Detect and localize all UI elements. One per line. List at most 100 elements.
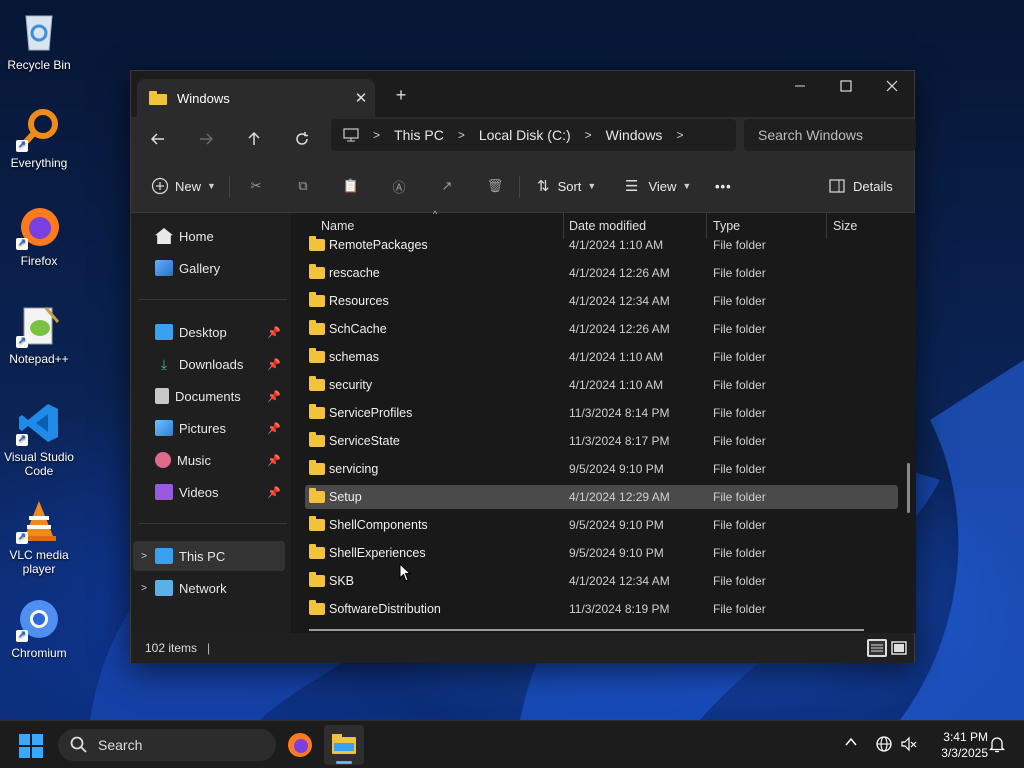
search-input[interactable]: Search Windows xyxy=(744,119,916,151)
share-button[interactable]: ↗ xyxy=(437,171,457,201)
sidebar-item-gallery[interactable]: Gallery xyxy=(133,253,285,283)
view-button[interactable]: ☰ View ▼ xyxy=(625,171,691,201)
volume-button[interactable] xyxy=(900,735,918,756)
pin-icon[interactable]: 📌 xyxy=(267,390,281,403)
address-bar[interactable]: > This PC > Local Disk (C:) > Windows > xyxy=(331,119,736,151)
maximize-button[interactable] xyxy=(823,71,869,101)
file-name: ServiceProfiles xyxy=(329,406,413,420)
breadcrumb-windows[interactable]: Windows xyxy=(606,127,663,143)
table-row[interactable]: SchCache 4/1/2024 12:26 AM File folder xyxy=(305,317,898,341)
start-button[interactable] xyxy=(18,733,44,762)
chevron-right-icon[interactable]: > xyxy=(585,128,592,142)
table-row[interactable]: SoftwareDistribution 11/3/2024 8:19 PM Fil… xyxy=(305,597,898,621)
tiles-view-toggle[interactable] xyxy=(889,639,909,657)
show-hidden-icons-button[interactable] xyxy=(844,735,858,752)
chevron-up-icon xyxy=(845,737,857,746)
sidebar-item-documents[interactable]: Documents 📌 xyxy=(133,381,285,411)
file-name: Resources xyxy=(329,294,389,308)
breadcrumb-this-pc[interactable]: This PC xyxy=(394,127,444,143)
desktop-icon-firefox[interactable]: ↗ Firefox xyxy=(4,204,74,268)
refresh-button[interactable] xyxy=(287,124,317,154)
new-tab-button[interactable]: + xyxy=(389,83,413,107)
table-row[interactable]: SKB 4/1/2024 12:34 AM File folder xyxy=(305,569,898,593)
horizontal-scrollbar[interactable] xyxy=(309,629,864,631)
desktop-icon-vlc[interactable]: ↗ VLC media player xyxy=(4,498,74,576)
forward-button[interactable] xyxy=(191,124,221,154)
breadcrumb-local-disk[interactable]: Local Disk (C:) xyxy=(479,127,571,143)
system-clock[interactable]: 3:41 PM 3/3/2025 xyxy=(918,729,988,761)
sidebar-item-label: Pictures xyxy=(179,420,226,436)
file-date-modified: 11/3/2024 8:17 PM xyxy=(569,434,670,448)
tab-close-icon[interactable]: ✕ xyxy=(347,89,375,107)
close-button[interactable] xyxy=(869,71,915,101)
more-options-button[interactable]: ••• xyxy=(715,171,732,201)
rename-button[interactable]: Ⓐ xyxy=(389,171,409,201)
column-header-name[interactable]: Name xyxy=(321,219,354,233)
vertical-scrollbar[interactable] xyxy=(907,463,910,513)
command-bar: New ▼ ✂ ⧉ 📋 Ⓐ ↗ 🗑 ⇅ Sort ▼ ☰ View ▼ ••• … xyxy=(131,161,914,213)
column-header-size[interactable]: Size xyxy=(833,219,857,233)
tab-windows[interactable]: Windows ✕ xyxy=(137,79,375,117)
desktop-icon-vscode[interactable]: ↗ Visual Studio Code xyxy=(4,400,74,478)
pin-icon[interactable]: 📌 xyxy=(267,486,281,499)
table-row[interactable]: Resources 4/1/2024 12:34 AM File folder xyxy=(305,289,898,313)
back-button[interactable] xyxy=(143,124,173,154)
table-row[interactable]: ServiceState 11/3/2024 8:17 PM File folder xyxy=(305,429,898,453)
delete-button[interactable]: 🗑 xyxy=(485,171,505,201)
chevron-right-icon[interactable]: > xyxy=(676,128,683,142)
minimize-button[interactable] xyxy=(777,71,823,101)
shortcut-arrow-icon: ↗ xyxy=(16,532,28,544)
file-list: ^ Name Date modified Type Size RemotePac… xyxy=(291,209,916,633)
pin-icon[interactable]: 📌 xyxy=(267,358,281,371)
column-header-type[interactable]: Type xyxy=(713,219,740,233)
sidebar-item-desktop[interactable]: Desktop 📌 xyxy=(133,317,285,347)
details-button[interactable]: Details xyxy=(829,171,893,201)
copy-icon: ⧉ xyxy=(298,178,308,193)
sidebar-item-this-pc[interactable]: > This PC xyxy=(133,541,285,571)
table-row[interactable]: ShellComponents 9/5/2024 9:10 PM File fold… xyxy=(305,513,898,537)
sidebar-item-network[interactable]: > Network xyxy=(133,573,285,603)
taskbar-file-explorer[interactable] xyxy=(324,725,364,765)
sidebar-divider xyxy=(139,523,287,524)
desktop-icon-everything[interactable]: ↗ Everything xyxy=(4,106,74,170)
paste-button[interactable]: 📋 xyxy=(341,171,361,201)
table-row[interactable]: servicing 9/5/2024 9:10 PM File folder xyxy=(305,457,898,481)
pin-icon[interactable]: 📌 xyxy=(267,422,281,435)
sidebar-item-pictures[interactable]: Pictures 📌 xyxy=(133,413,285,443)
table-row[interactable]: RemotePackages 4/1/2024 1:10 AM File folde… xyxy=(305,233,898,257)
copy-button[interactable]: ⧉ xyxy=(293,171,313,201)
folder-icon xyxy=(309,460,325,475)
table-row[interactable]: schemas 4/1/2024 1:10 AM File folder xyxy=(305,345,898,369)
sort-button[interactable]: ⇅ Sort ▼ xyxy=(537,171,596,201)
details-view-toggle[interactable] xyxy=(867,639,887,657)
file-date-modified: 9/5/2024 9:10 PM xyxy=(569,462,664,476)
desktop-icon-recycle-bin[interactable]: Recycle Bin xyxy=(4,8,74,72)
table-row[interactable]: security 4/1/2024 1:10 AM File folder xyxy=(305,373,898,397)
table-row[interactable]: rescache 4/1/2024 12:26 AM File folder xyxy=(305,261,898,285)
cut-button[interactable]: ✂ xyxy=(246,171,266,201)
chevron-right-icon[interactable]: > xyxy=(458,128,465,142)
up-button[interactable] xyxy=(239,124,269,154)
taskbar-search[interactable]: Search xyxy=(58,729,276,761)
chevron-right-icon[interactable]: > xyxy=(133,551,155,562)
pin-icon[interactable]: 📌 xyxy=(267,454,281,467)
file-name: security xyxy=(329,378,373,392)
desktop-icon-notepadpp[interactable]: ↗ Notepad++ xyxy=(4,302,74,366)
taskbar-firefox[interactable] xyxy=(286,731,314,762)
file-type: File folder xyxy=(713,238,766,252)
table-row[interactable]: ServiceProfiles 11/3/2024 8:14 PM File fol… xyxy=(305,401,898,425)
sidebar-item-downloads[interactable]: ⤓ Downloads 📌 xyxy=(133,349,285,379)
sidebar-item-videos[interactable]: Videos 📌 xyxy=(133,477,285,507)
sidebar-item-home[interactable]: Home xyxy=(133,221,285,251)
table-row[interactable]: ShellExperiences 9/5/2024 9:10 PM File fol… xyxy=(305,541,898,565)
notifications-button[interactable] xyxy=(988,735,1006,756)
pin-icon[interactable]: 📌 xyxy=(267,326,281,339)
column-header-date[interactable]: Date modified xyxy=(569,219,646,233)
chevron-right-icon[interactable]: > xyxy=(133,583,155,594)
network-status-button[interactable] xyxy=(875,735,893,756)
file-date-modified: 4/1/2024 1:10 AM xyxy=(569,350,664,364)
table-row[interactable]: Setup 4/1/2024 12:29 AM File folder xyxy=(305,485,898,509)
sidebar-item-music[interactable]: Music 📌 xyxy=(133,445,285,475)
desktop-icon-chromium[interactable]: ↗ Chromium xyxy=(4,596,74,660)
new-button[interactable]: New ▼ xyxy=(151,171,216,201)
